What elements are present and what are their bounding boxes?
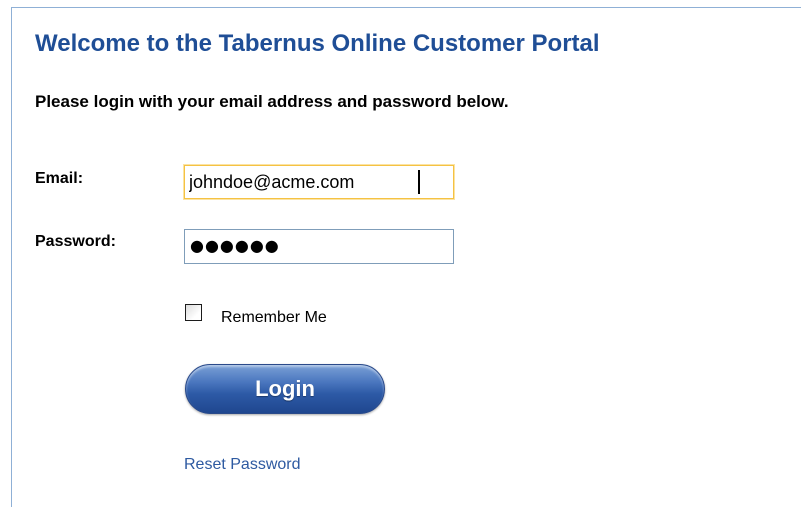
- email-field[interactable]: [184, 165, 454, 199]
- remember-me-label[interactable]: Remember Me: [221, 309, 327, 327]
- password-label: Password:: [35, 233, 116, 250]
- email-label: Email:: [35, 170, 84, 187]
- reset-password-link[interactable]: Reset Password: [184, 456, 301, 474]
- page-subtitle: Please login with your email address and…: [35, 92, 509, 111]
- text-caret: [418, 170, 420, 194]
- page-title: Welcome to the Tabernus Online Customer …: [35, 30, 600, 57]
- remember-me-checkbox[interactable]: [185, 304, 202, 321]
- login-button[interactable]: Login: [185, 364, 385, 414]
- password-masked-value: ●●●●●●: [190, 236, 280, 255]
